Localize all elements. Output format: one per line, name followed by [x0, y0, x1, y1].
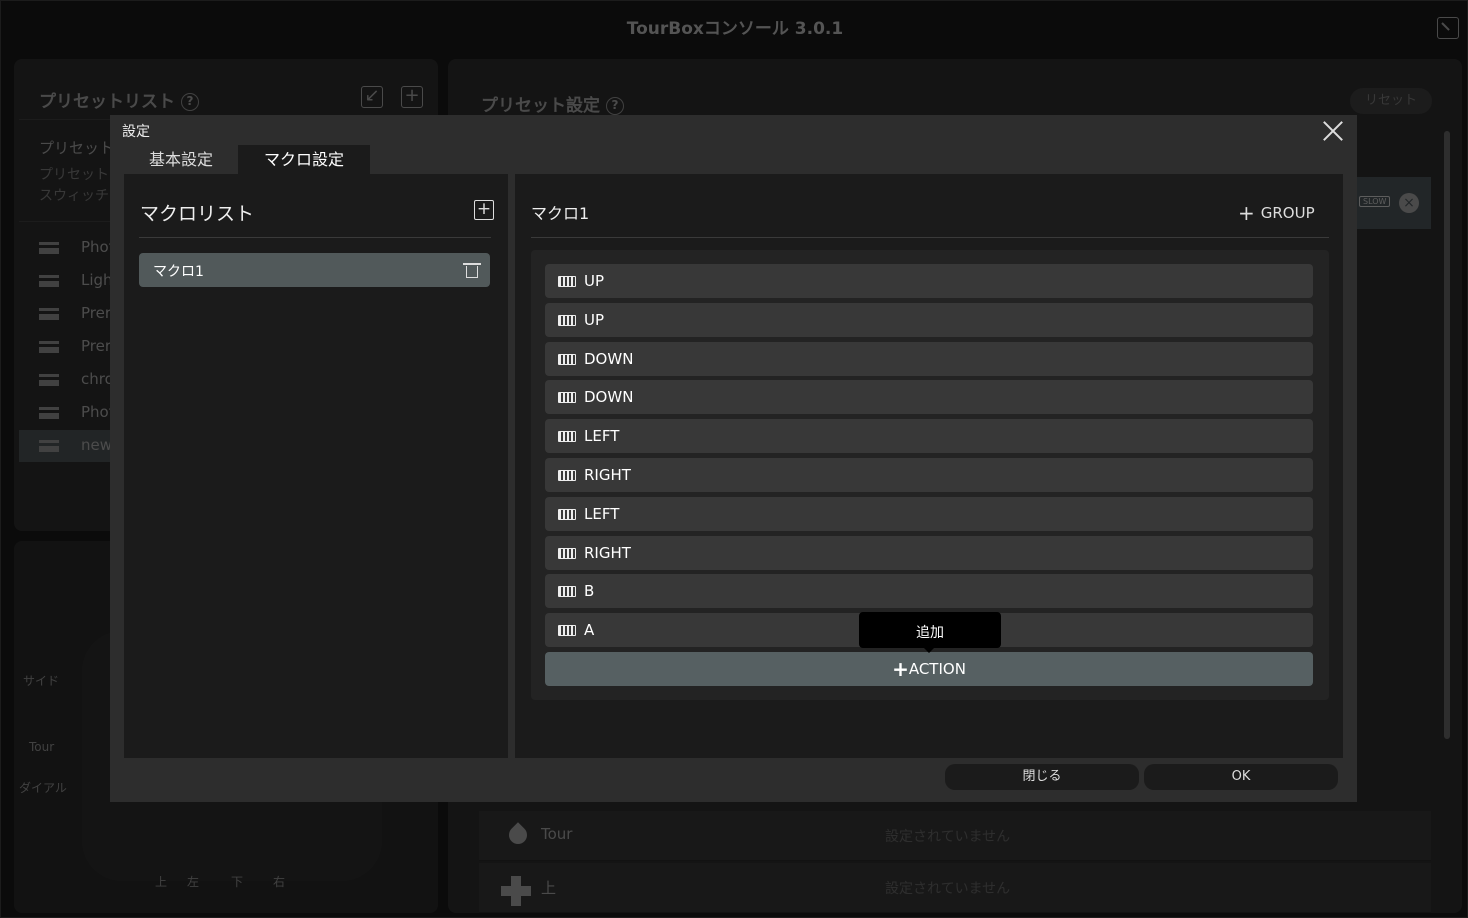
keyboard-icon [558, 470, 576, 481]
macro-action[interactable]: DOWN [545, 341, 1313, 376]
keyboard-icon [558, 431, 576, 443]
keyboard-icon [558, 508, 576, 520]
add-group-button[interactable]: + GROUP [1238, 201, 1315, 225]
settings-dialog: 設定 基本設定 マクロ設定 マクロリスト + マクロ1 マクロ1 + GROUP … [110, 115, 1357, 802]
tab-basic-settings[interactable]: 基本設定 [124, 145, 238, 174]
trash-icon[interactable] [463, 262, 481, 278]
keyboard-icon [558, 586, 576, 598]
macro-name: マクロ1 [531, 204, 590, 223]
macro-action[interactable]: RIGHT [545, 458, 1313, 492]
action-list: A B RIGHT LEFT RIGHT LEFT DOWN DOWN UP UP +ACTION… [531, 250, 1329, 700]
macro-action[interactable]: B [545, 574, 1313, 609]
keyboard-icon [558, 276, 576, 287]
keyboard-icon [558, 547, 576, 559]
macro-action[interactable]: LEFT [545, 419, 1313, 454]
macro-action[interactable]: DOWN [545, 380, 1313, 415]
macro-action[interactable]: UP [545, 302, 1313, 337]
macro-action[interactable]: UP [545, 264, 1313, 298]
keyboard-icon [558, 353, 576, 365]
ok-button[interactable]: OK [1144, 764, 1338, 790]
keyboard-icon [558, 392, 576, 404]
macro-edit-panel: マクロ1 + GROUP A B RIGHT LEFT RIGHT LEFT DOWN DOWN… [515, 174, 1343, 758]
keyboard-icon [558, 625, 576, 637]
macro-list-panel: マクロリスト + マクロ1 [124, 174, 508, 758]
tooltip: 追加 [859, 612, 1001, 653]
macro-list-title: マクロリスト [140, 203, 255, 225]
add-macro-icon[interactable]: + [474, 200, 494, 220]
macro-action[interactable]: LEFT [545, 496, 1313, 531]
tab-macro-settings[interactable]: マクロ設定 [238, 145, 370, 174]
close-button[interactable]: 閉じる [945, 764, 1139, 790]
close-icon[interactable] [1322, 120, 1344, 142]
dialog-title: 設定 [122, 124, 150, 140]
macro-action[interactable]: RIGHT [545, 535, 1313, 570]
keyboard-icon [558, 314, 576, 326]
macro-list-item[interactable]: マクロ1 [139, 253, 490, 287]
